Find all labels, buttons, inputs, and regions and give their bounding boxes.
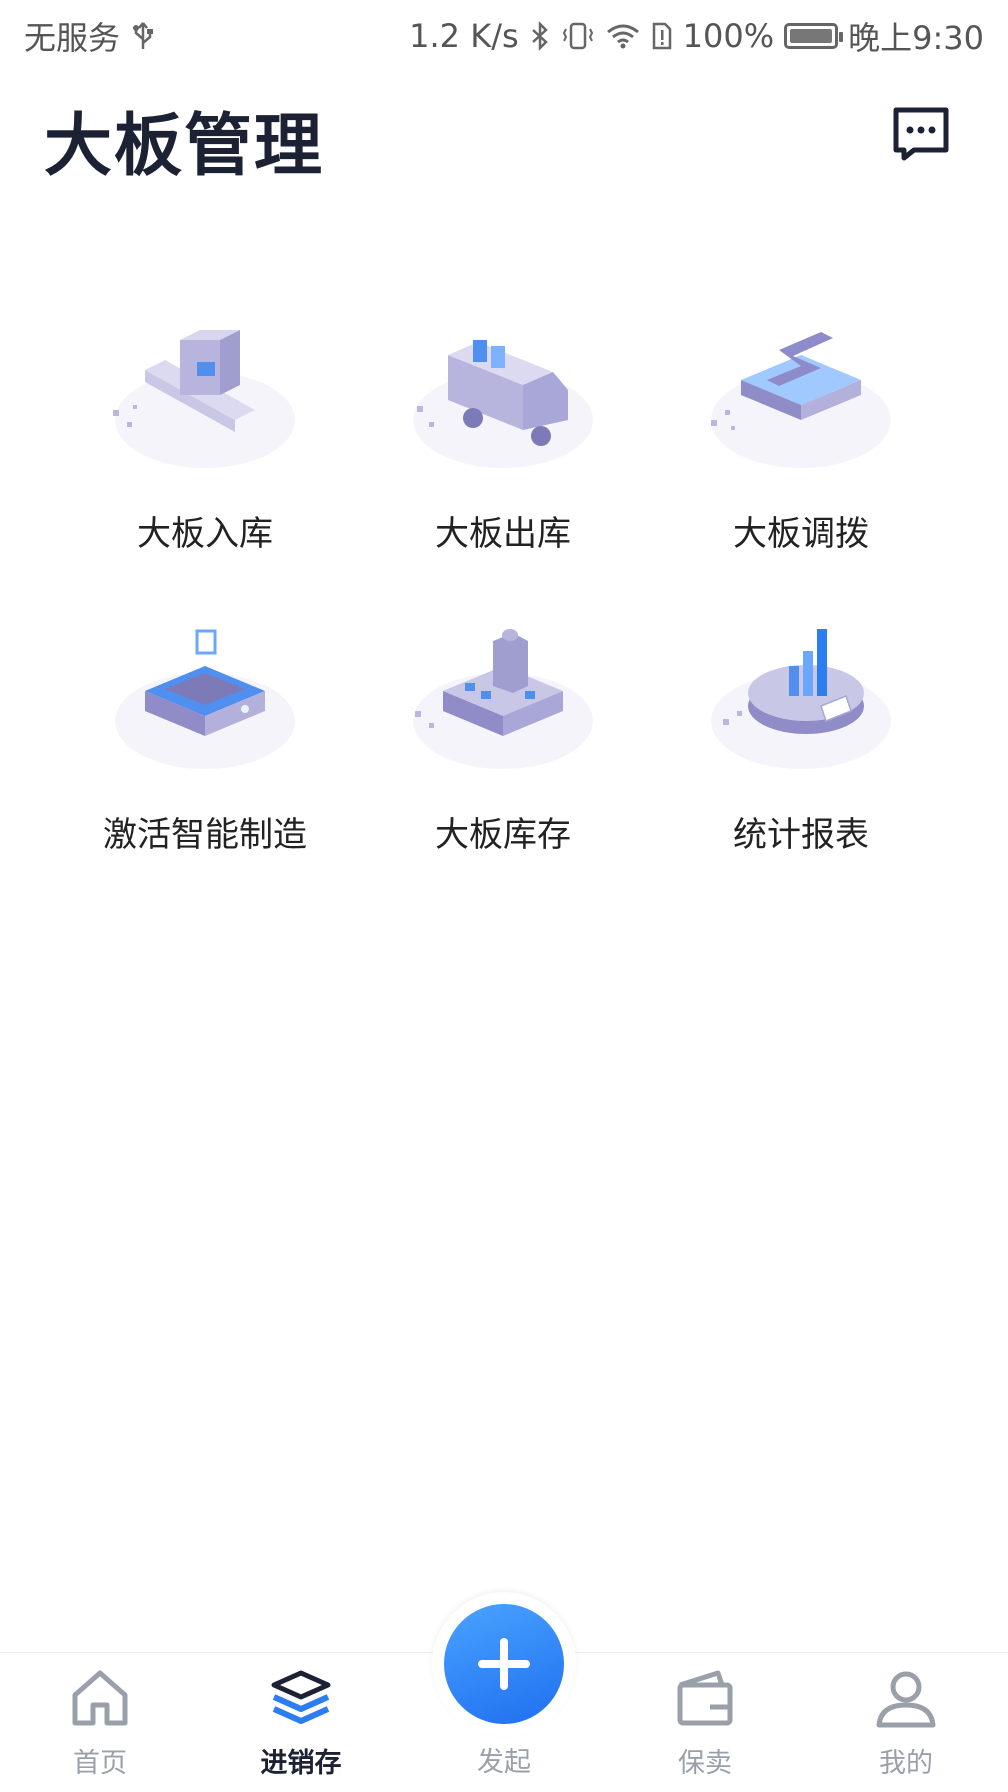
feature-label: 大板调拨 [733,514,869,554]
feature-label: 大板库存 [435,815,571,855]
carrier-text: 无服务 [24,19,121,57]
tab-label: 进销存 [260,1748,342,1779]
feature-outbound[interactable]: 大板出库 [354,310,652,555]
feature-inbound[interactable]: 大板入库 [56,310,354,555]
tab-home[interactable]: 首页 [25,1663,175,1780]
message-more-button[interactable] [890,102,952,164]
home-icon [72,1670,128,1726]
fab-backdrop [432,1592,576,1736]
battery-icon [784,23,844,49]
feature-label: 大板入库 [137,514,273,554]
outbound-truck-illustration [413,340,593,468]
wallet-icon [677,1670,733,1726]
plus-icon [478,1638,530,1690]
smart-chip-illustration [115,629,295,769]
usb-icon [130,21,156,51]
user-icon [876,1671,936,1728]
create-label-wrap: 发起 [429,1740,579,1779]
sim-alert-icon [651,21,673,51]
tab-guarantee-sale[interactable]: 保卖 [630,1663,780,1780]
battery-fill [790,29,833,43]
layers-icon [271,1670,331,1724]
feature-transfer[interactable]: 大板调拨 [652,310,950,555]
tab-mine[interactable]: 我的 [831,1663,981,1780]
tab-label: 我的 [879,1748,933,1779]
vibrate-icon [561,21,595,51]
header: 大板管理 [0,80,1008,190]
feature-label: 大板出库 [435,514,571,554]
transfer-arrow-illustration [711,332,891,468]
message-more-icon [893,107,949,161]
warehouse-building-illustration [413,629,593,769]
inbound-conveyor-illustration [113,330,295,468]
tab-inventory-sales[interactable]: 进销存 [226,1663,376,1780]
create-label: 发起 [477,1747,531,1778]
feature-inventory[interactable]: 大板库存 [354,611,652,856]
status-left: 无服务 [24,13,156,59]
clock-text: 晚上9:30 [848,19,984,57]
create-button[interactable] [444,1604,564,1724]
tab-label: 保卖 [678,1748,732,1779]
bluetooth-icon [529,21,551,51]
feature-reports[interactable]: 统计报表 [652,611,950,856]
feature-grid: 大板入库 大板出库 大板调拨 激活智能制造 大板库存 统计报表 [56,310,952,856]
page-title: 大板管理 [44,107,325,186]
feature-smart-manufacturing[interactable]: 激活智能制造 [56,611,354,856]
status-bar: 无服务 1.2 K/s 100% 晚上9:30 [0,0,1008,72]
wifi-icon [605,21,641,51]
feature-label: 激活智能制造 [103,815,307,855]
status-right: 1.2 K/s 100% 晚上9:30 [409,13,984,59]
feature-label: 统计报表 [733,815,869,855]
report-chart-illustration [711,629,891,769]
tab-label: 首页 [73,1748,127,1779]
net-speed-text: 1.2 K/s [409,17,519,55]
battery-percent-text: 100% [682,17,775,55]
